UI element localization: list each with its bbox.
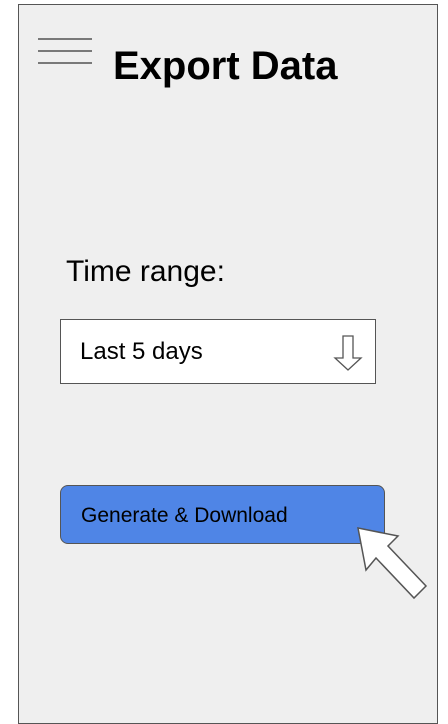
page-title: Export Data xyxy=(113,44,338,88)
time-range-label: Time range: xyxy=(66,255,225,288)
time-range-selected-value: Last 5 days xyxy=(80,338,203,365)
time-range-select[interactable]: Last 5 days xyxy=(60,319,376,384)
hamburger-menu-icon[interactable] xyxy=(38,38,92,66)
mouse-pointer-icon xyxy=(357,527,428,600)
arrow-down-icon xyxy=(333,335,363,371)
generate-download-button-label: Generate & Download xyxy=(81,504,288,527)
generate-download-button[interactable]: Generate & Download xyxy=(60,485,385,544)
